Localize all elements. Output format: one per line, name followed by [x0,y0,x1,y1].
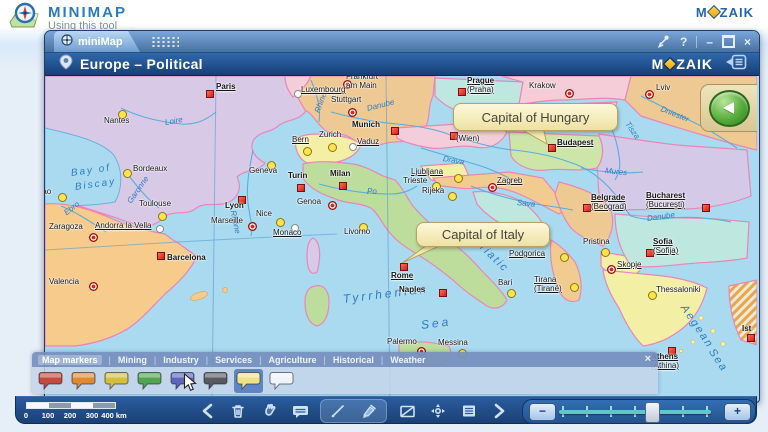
map-scale: 0100200300400 km [26,402,116,420]
tab-label: miniMap [78,36,123,48]
scale-label: 300 [86,411,99,420]
comment-bubble-icon[interactable] [289,400,311,422]
map-header: Europe – Political MZAIK [45,53,759,76]
yellow-marker[interactable] [102,369,131,393]
orange-marker[interactable] [69,369,98,393]
callout-bubble: Capital of Hungary [453,103,618,131]
mouse-cursor [183,373,198,397]
drag-handle-icon[interactable] [151,36,179,48]
zoom-out-button[interactable]: − [529,403,556,421]
forward-chevron-button[interactable] [489,400,511,422]
scale-bar [26,402,116,409]
pale-yellow-marker[interactable] [234,369,263,393]
arrow-left-icon [723,102,734,114]
panel-tab-services[interactable]: Services [215,355,252,365]
app-title: MINIMAP [48,4,127,21]
scale-label: 0 [24,411,28,420]
panel-tab-industry[interactable]: Industry [163,355,199,365]
drawing-tool-group [320,399,387,423]
select-frame-icon[interactable] [396,400,418,422]
back-chevron-button[interactable] [196,400,218,422]
tab-separator: | [259,355,261,365]
map-markers-panel: Map markers | Mining | Industry | Services | Agr… [32,352,658,394]
callout-bubble: Capital of Italy [416,222,550,247]
scale-label: 200 [64,411,77,420]
toggle-sidebar-icon[interactable] [725,54,747,75]
green-marker[interactable] [135,369,164,393]
gray-marker[interactable] [201,369,230,393]
zoom-in-button[interactable]: + [724,403,751,421]
close-button[interactable]: × [744,36,751,48]
side-panel-tab [700,84,757,132]
tab-separator: | [154,355,156,365]
mozaik-header-logo: MZAIK [652,56,713,72]
minimap-window: miniMap ? – × Europe – Political MZAIK [44,30,760,403]
panel-tab-map-markers[interactable]: Map markers [38,355,102,365]
draw-line-icon[interactable] [327,400,349,422]
compass-icon [61,34,73,49]
compass-map-icon [8,2,42,34]
white-marker[interactable] [267,369,296,393]
panel-tab-agriculture[interactable]: Agriculture [268,355,316,365]
divider [696,36,697,48]
scale-label: 100 [42,411,55,420]
tab-minimap[interactable]: miniMap [54,31,140,52]
tab-separator: | [109,355,111,365]
minimize-button[interactable]: – [706,36,713,48]
marker-panel-tabs: Map markers | Mining | Industry | Services | Agr… [32,352,658,367]
pin-icon[interactable] [657,34,671,50]
back-button[interactable] [709,90,750,127]
window-tab-bar: miniMap ? – × [45,31,759,53]
mozaik-logo: MZAIK [696,5,754,20]
bottom-toolbar: 0 100 200 300400 km − + [15,396,757,424]
zoom-slider-track[interactable] [559,410,711,414]
legend-list-icon[interactable] [458,400,480,422]
zoom-control: − + [522,399,756,424]
trash-icon[interactable] [227,400,249,422]
diamond-icon [707,5,721,19]
panel-close-button[interactable]: × [645,353,651,365]
tab-separator: | [381,355,383,365]
help-button[interactable]: ? [680,36,687,48]
tab-separator: | [323,355,325,365]
location-pin-icon [59,54,73,75]
panel-tab-weather[interactable]: Weather [390,355,425,365]
zoom-slider-thumb[interactable] [645,402,660,423]
page-title: Europe – Political [80,56,203,72]
highlighter-icon[interactable] [358,400,380,422]
marker-row [32,367,658,394]
pan-move-icon[interactable] [427,400,449,422]
tab-separator: | [206,355,208,365]
red-marker[interactable] [36,369,65,393]
scale-label: 400 km [101,411,126,420]
hand-icon[interactable] [258,400,280,422]
panel-tab-historical[interactable]: Historical [333,355,374,365]
panel-tab-mining[interactable]: Mining [118,355,147,365]
maximize-button[interactable] [722,35,735,48]
